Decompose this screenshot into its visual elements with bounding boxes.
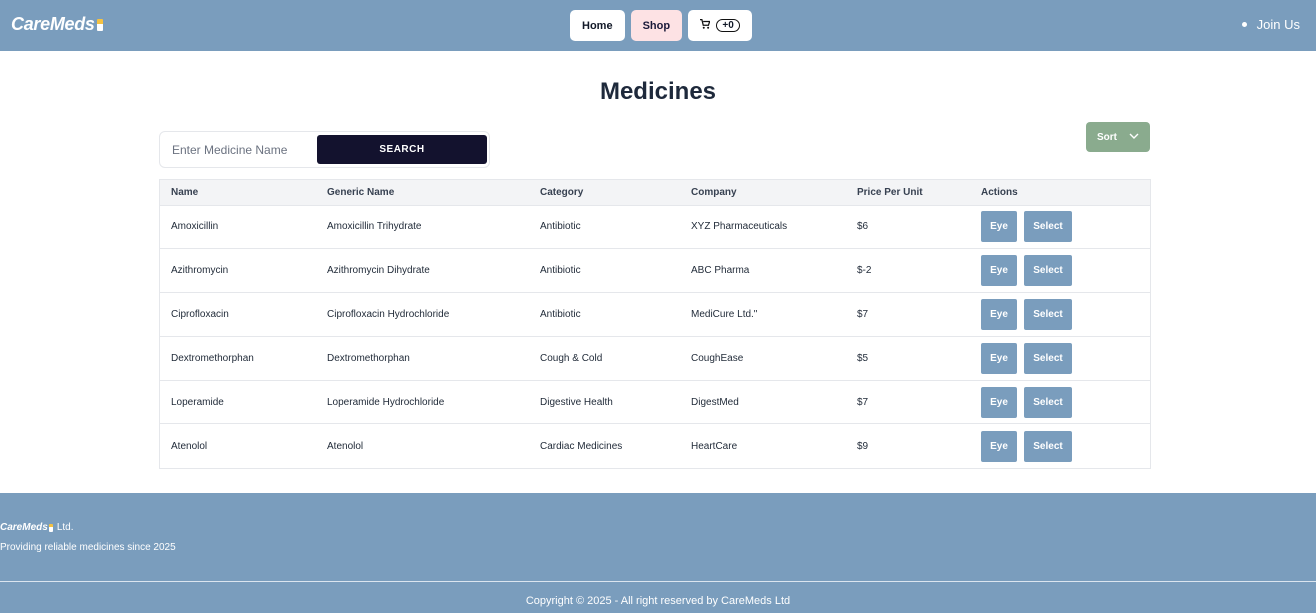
cell-name: Dextromethorphan [171, 352, 254, 364]
cell-category: Antibiotic [540, 308, 581, 320]
cart-count-badge: +0 [716, 19, 740, 32]
cell-price: $5 [857, 352, 869, 364]
cell-price: $6 [857, 221, 869, 233]
eye-button[interactable]: Eye [981, 255, 1017, 287]
eye-button[interactable]: Eye [981, 386, 1017, 418]
footer-divider [0, 581, 1316, 582]
cell-name: Atenolol [171, 440, 208, 452]
cart-button[interactable]: +0 [688, 10, 753, 41]
cell-price: $7 [857, 308, 869, 320]
cell-generic: Atenolol [327, 440, 364, 452]
eye-button[interactable]: Eye [981, 211, 1017, 243]
cell-generic: Ciprofloxacin Hydrochloride [327, 308, 450, 320]
join-us-label: Join Us [1256, 17, 1300, 32]
sort-label: Sort [1097, 131, 1117, 143]
cell-name: Azithromycin [171, 265, 229, 277]
eye-button[interactable]: Eye [981, 342, 1017, 374]
search-input[interactable] [172, 140, 312, 160]
cell-price: $-2 [857, 265, 872, 277]
cell-generic: Amoxicillin Trihydrate [327, 221, 422, 233]
col-header-generic: Generic Name [327, 186, 395, 198]
footer-logo: CareMeds [0, 522, 53, 533]
page-title: Medicines [599, 78, 717, 105]
footer-brand: CareMeds Ltd. [0, 522, 74, 533]
cell-company: MediCure Ltd." [691, 308, 758, 320]
cell-company: XYZ Pharmaceuticals [691, 221, 788, 233]
footer-copyright: Copyright © 2025 - All right reserved by… [525, 595, 791, 607]
cell-category: Cardiac Medicines [540, 440, 623, 452]
sort-dropdown[interactable]: Sort [1086, 122, 1150, 152]
select-button[interactable]: Select [1024, 211, 1072, 243]
cell-actions: Eye Select [970, 380, 1150, 424]
cell-actions: Eye Select [970, 205, 1150, 249]
chevron-down-icon [1129, 132, 1139, 143]
select-button[interactable]: Select [1024, 298, 1072, 330]
table-row: Loperamide Loperamide Hydrochloride Dige… [160, 380, 1150, 424]
bullet-icon [1241, 22, 1247, 27]
cell-generic: Loperamide Hydrochloride [327, 396, 445, 408]
pill-icon [48, 523, 53, 532]
table-row: Ciprofloxacin Ciprofloxacin Hydrochlorid… [160, 292, 1150, 337]
brand-logo[interactable]: CareMeds [11, 14, 103, 35]
col-header-company: Company [691, 186, 737, 198]
cell-actions: Eye Select [970, 424, 1150, 468]
cell-actions: Eye Select [970, 249, 1150, 293]
nav-shop-button[interactable]: Shop [630, 10, 683, 41]
cell-price: $9 [857, 440, 869, 452]
cell-category: Cough & Cold [540, 352, 603, 364]
select-button[interactable]: Select [1024, 430, 1072, 462]
cell-actions: Eye Select [970, 293, 1150, 337]
col-header-category: Category [540, 186, 584, 198]
col-header-price: Price Per Unit [857, 186, 923, 198]
join-us-link[interactable]: Join Us [1241, 17, 1300, 32]
footer-brand-suffix: Ltd. [56, 522, 74, 533]
top-navbar: CareMeds Home Shop +0 Join Us [0, 0, 1316, 51]
cell-generic: Azithromycin Dihydrate [327, 265, 430, 277]
cell-actions: Eye Select [970, 336, 1150, 380]
medicines-table: Name Generic Name Category Company Price… [159, 179, 1151, 469]
cell-company: CoughEase [691, 352, 744, 364]
select-button[interactable]: Select [1024, 386, 1072, 418]
cell-company: ABC Pharma [691, 265, 750, 277]
footer-brand-name: CareMeds [0, 522, 48, 533]
search-bar: SEARCH [159, 131, 490, 168]
table-header-row: Name Generic Name Category Company Price… [160, 180, 1150, 205]
eye-button[interactable]: Eye [981, 430, 1017, 462]
cart-icon [700, 19, 711, 32]
brand-name: CareMeds [11, 14, 95, 34]
table-row: Dextromethorphan Dextromethorphan Cough … [160, 336, 1150, 380]
footer-tagline: Providing reliable medicines since 2025 [0, 542, 176, 553]
cell-company: HeartCare [691, 440, 738, 452]
cell-name: Amoxicillin [171, 221, 219, 233]
cell-price: $7 [857, 396, 869, 408]
cell-generic: Dextromethorphan [327, 352, 410, 364]
select-button[interactable]: Select [1024, 342, 1072, 374]
cell-category: Antibiotic [540, 265, 581, 277]
cell-name: Loperamide [171, 396, 224, 408]
cell-category: Antibiotic [540, 221, 581, 233]
main-nav: Home Shop +0 [570, 10, 753, 41]
table-row: Amoxicillin Amoxicillin Trihydrate Antib… [160, 205, 1150, 249]
nav-home-button[interactable]: Home [570, 10, 625, 41]
footer: CareMeds Ltd. Providing reliable medicin… [0, 493, 1316, 613]
col-header-name: Name [171, 186, 199, 198]
col-header-actions: Actions [981, 186, 1018, 198]
eye-button[interactable]: Eye [981, 298, 1017, 330]
cell-category: Digestive Health [540, 396, 613, 408]
cell-company: DigestMed [691, 396, 739, 408]
search-button[interactable]: SEARCH [317, 135, 487, 164]
select-button[interactable]: Select [1024, 255, 1072, 287]
pill-icon [96, 18, 103, 31]
cell-name: Ciprofloxacin [171, 308, 229, 320]
table-row: Azithromycin Azithromycin Dihydrate Anti… [160, 248, 1150, 293]
table-row: Atenolol Atenolol Cardiac Medicines Hear… [160, 423, 1150, 468]
